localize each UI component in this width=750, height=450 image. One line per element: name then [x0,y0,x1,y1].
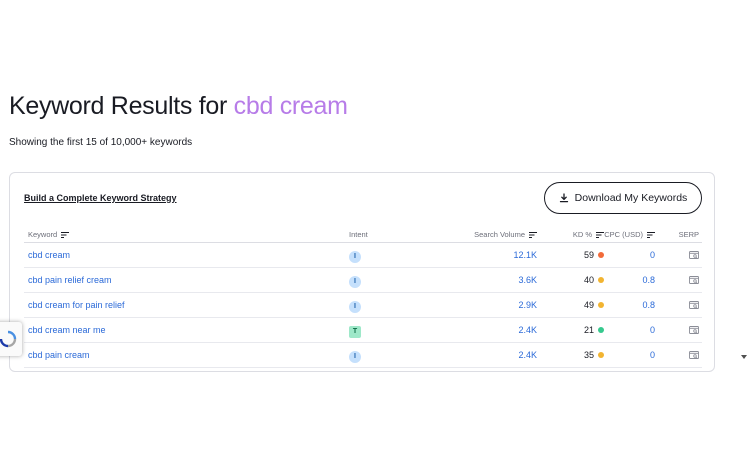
keyword-table: Keyword Intent Search Volume KD % CPC (U… [24,225,702,368]
col-intent: Intent [349,230,368,239]
sort-icon [596,231,604,238]
cpc-value: 0.8 [642,300,655,310]
table-row: cbd pain cream I 2.4K 35 0 [24,343,702,368]
serp-icon[interactable] [689,351,699,360]
keyword-link[interactable]: cbd cream [28,250,70,260]
intent-badge: T [349,325,361,338]
search-volume: 12.1K [513,250,537,260]
col-volume[interactable]: Search Volume [474,230,537,239]
intent-badge: I [349,250,361,263]
intent-badge: I [349,300,361,313]
table-row: cbd cream near me T 2.4K 21 0 [24,318,702,343]
keyword-link[interactable]: cbd pain cream [28,350,90,360]
recaptcha-icon [0,330,17,348]
kd-dot [598,352,604,358]
table-header: Keyword Intent Search Volume KD % CPC (U… [24,225,702,243]
page-title: Keyword Results for cbd cream [9,92,348,121]
kd-dot [598,327,604,333]
serp-icon[interactable] [689,276,699,285]
cpc-value: 0 [649,350,655,360]
kd-dot [598,277,604,283]
col-kd[interactable]: KD % [573,230,604,239]
keyword-link[interactable]: cbd cream near me [28,325,106,335]
download-keywords-button[interactable]: Download My Keywords [544,182,702,214]
kd-dot [598,302,604,308]
kd-value: 59 [583,250,594,260]
recaptcha-badge[interactable] [0,322,22,356]
col-cpc[interactable]: CPC (USD) [604,230,655,239]
title-prefix: Keyword Results for [9,92,227,120]
intent-badge: I [349,350,361,363]
search-volume: 2.4K [518,350,537,360]
col-serp: SERP [679,230,699,239]
download-icon [559,193,568,203]
col-keyword-label: Keyword [28,230,58,239]
sort-icon [61,231,70,238]
table-row: cbd cream for pain relief I 2.9K 49 0.8 [24,293,702,318]
kd-value: 40 [583,275,594,285]
sort-icon [529,231,537,238]
strategy-link[interactable]: Build a Complete Keyword Strategy [24,193,177,203]
results-count: Showing the first 15 of 10,000+ keywords [9,137,193,148]
serp-icon[interactable] [689,301,699,310]
kd-value: 21 [583,325,594,335]
search-volume: 3.6K [518,275,537,285]
results-card: Build a Complete Keyword Strategy Downlo… [9,172,715,372]
keyword-link[interactable]: cbd cream for pain relief [28,300,125,310]
title-query: cbd cream [233,92,348,120]
kd-value: 49 [583,300,594,310]
cpc-value: 0 [649,250,655,260]
serp-icon[interactable] [689,251,699,260]
col-kd-label: KD % [572,230,592,239]
kd-dot [598,252,604,258]
scroll-down-arrow[interactable] [741,355,747,359]
search-volume: 2.9K [518,300,537,310]
sort-icon [647,231,655,238]
kd-value: 35 [583,350,594,360]
col-keyword[interactable]: Keyword [28,230,70,239]
serp-icon[interactable] [689,326,699,335]
table-row: cbd pain relief cream I 3.6K 40 0.8 [24,268,702,293]
download-button-label: Download My Keywords [574,192,688,204]
intent-badge: I [349,275,361,288]
search-volume: 2.4K [518,325,537,335]
col-intent-label: Intent [349,230,368,239]
col-serp-label: SERP [678,230,699,239]
cpc-value: 0 [649,325,655,335]
keyword-link[interactable]: cbd pain relief cream [28,275,112,285]
col-volume-label: Search Volume [474,230,525,239]
col-cpc-label: CPC (USD) [604,230,643,239]
cpc-value: 0.8 [642,275,655,285]
table-row: cbd cream I 12.1K 59 0 [24,243,702,268]
